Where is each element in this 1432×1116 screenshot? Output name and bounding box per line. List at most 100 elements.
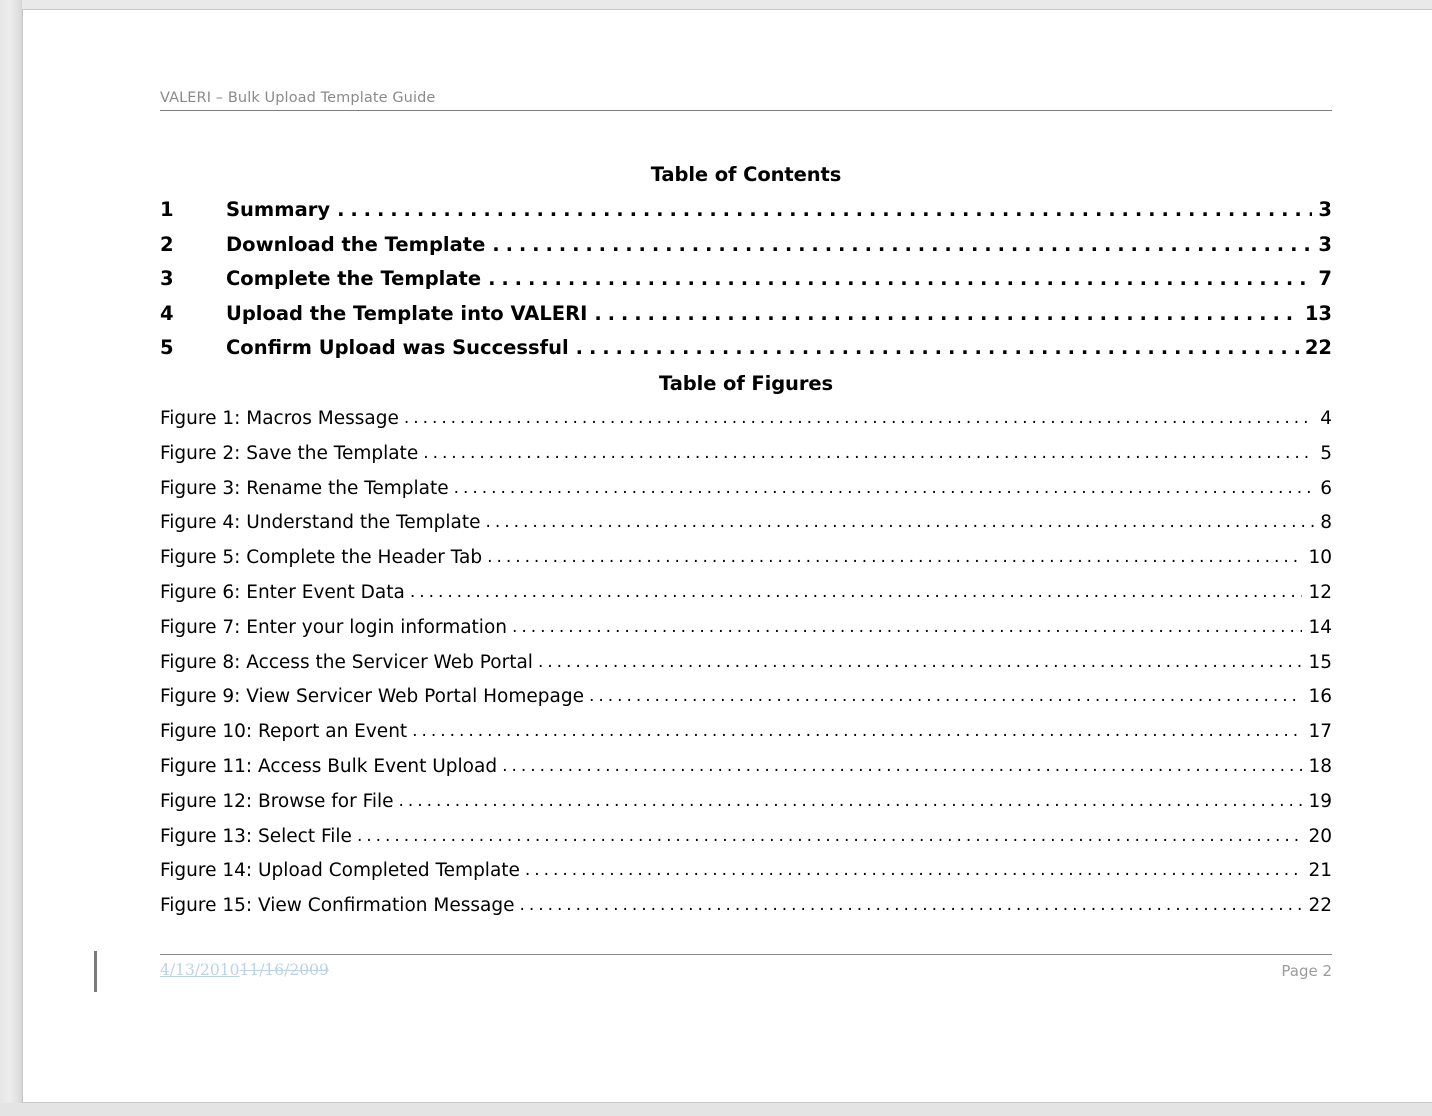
figure-entry[interactable]: Figure 4: Understand the Template 8 — [160, 512, 1332, 535]
figure-entry[interactable]: Figure 9: View Servicer Web Portal Homep… — [160, 686, 1332, 709]
table-of-contents-heading: Table of Contents — [650, 163, 842, 186]
figure-entry-page: 12 — [1308, 582, 1332, 603]
toc-entry-leader — [488, 267, 1312, 290]
figure-entry-page: 10 — [1308, 547, 1332, 569]
figure-entry-label: Figure 9: View Servicer Web Portal Homep… — [160, 686, 584, 708]
figure-entry-page: 17 — [1308, 721, 1332, 743]
figure-entry-page: 4 — [1320, 408, 1332, 429]
toc-entry[interactable]: 1 Summary 3 — [160, 198, 1332, 222]
figure-entry-label: Figure 11: Access Bulk Event Upload — [160, 756, 498, 777]
running-header: VALERI – Bulk Upload Template Guide — [160, 90, 1332, 111]
toc-entry-leader — [492, 233, 1312, 256]
figure-entry[interactable]: Figure 1: Macros Message 4 — [160, 408, 1332, 431]
figure-entry[interactable]: Figure 10: Report an Event 17 — [160, 721, 1332, 744]
toc-entry-leader — [576, 336, 1299, 359]
toc-entry-page: 7 — [1318, 267, 1332, 290]
figure-entry-label: Figure 3: Rename the Template — [160, 477, 449, 499]
figure-entry-page: 21 — [1308, 860, 1332, 882]
figure-entry-page: 20 — [1308, 825, 1332, 847]
figure-entry-page: 18 — [1308, 756, 1332, 777]
toc-entry[interactable]: 4 Upload the Template into VALERI 13 — [160, 302, 1332, 326]
figure-entry[interactable]: Figure 7: Enter your login information 14 — [160, 617, 1332, 640]
footer-date-inserted: 4/13/2010 — [160, 961, 240, 979]
tracked-change-bar — [94, 951, 97, 992]
figure-entry-label: Figure 10: Report an Event — [160, 721, 408, 743]
figure-entry-leader — [502, 757, 1302, 777]
footer-page-number: Page 2 — [1281, 962, 1332, 980]
figure-entry-label: Figure 4: Understand the Template — [160, 512, 481, 534]
figure-entry-page: 15 — [1308, 651, 1332, 673]
toc-entry-leader — [337, 198, 1312, 221]
figure-entry-page: 8 — [1320, 512, 1332, 534]
toc-entry[interactable]: 2 Download the Template 3 — [160, 233, 1332, 257]
toc-entry[interactable]: 3 Complete the Template 7 — [160, 267, 1332, 291]
figure-entry-label: Figure 15: View Confirmation Message — [160, 895, 515, 917]
toc-entry[interactable]: 5 Confirm Upload was Successful 22 — [160, 336, 1332, 360]
figure-entry[interactable]: Figure 2: Save the Template 5 — [160, 443, 1332, 466]
viewer-left-gutter — [0, 0, 22, 1116]
toc-entry-label: Summary — [226, 198, 331, 221]
figure-entry-leader — [485, 513, 1314, 533]
toc-entry-page: 3 — [1318, 198, 1332, 221]
figure-entry[interactable]: Figure 12: Browse for File 19 — [160, 791, 1332, 814]
toc-entry-number: 3 — [160, 267, 174, 290]
figure-entry-page: 14 — [1308, 616, 1332, 638]
figure-entry-label: Figure 6: Enter Event Data — [160, 582, 405, 603]
viewer-bottom-margin — [0, 1103, 1432, 1116]
figure-entry-page: 22 — [1308, 895, 1332, 917]
running-header-rule — [160, 110, 1332, 111]
figure-entry[interactable]: Figure 14: Upload Completed Template 21 — [160, 860, 1332, 883]
toc-entry-page: 22 — [1304, 336, 1332, 359]
figure-entry-leader — [538, 653, 1303, 673]
figure-entry-label: Figure 12: Browse for File — [160, 790, 394, 812]
figure-entry-page: 19 — [1308, 790, 1332, 812]
figure-entry[interactable]: Figure 3: Rename the Template 6 — [160, 478, 1332, 501]
running-footer-row: 4/13/201011/16/2009 Page 2 — [160, 955, 1332, 987]
figure-entry-label: Figure 7: Enter your login information — [160, 616, 507, 638]
figure-entry-leader — [589, 687, 1302, 707]
figure-entry-label: Figure 2: Save the Template — [160, 442, 419, 464]
viewer-top-margin — [0, 0, 1432, 9]
figure-entry-label: Figure 1: Macros Message — [160, 408, 399, 429]
toc-entry-label: Confirm Upload was Successful — [226, 336, 569, 359]
figure-entry-leader — [519, 896, 1302, 916]
figure-entry-leader — [404, 409, 1314, 429]
figure-entry-leader — [487, 548, 1302, 568]
figure-entry-leader — [423, 444, 1314, 464]
toc-entry-label: Download the Template — [226, 232, 486, 256]
document-viewer: VALERI – Bulk Upload Template Guide Tabl… — [0, 0, 1432, 1116]
toc-entry-number: 1 — [160, 198, 174, 221]
toc-entry-label: Complete the Template — [226, 267, 482, 290]
figure-entry[interactable]: Figure 5: Complete the Header Tab 10 — [160, 547, 1332, 570]
figure-entry[interactable]: Figure 13: Select File 20 — [160, 826, 1332, 849]
footer-date-deleted: 11/16/2009 — [239, 961, 329, 979]
figure-entry-leader — [454, 479, 1315, 499]
figure-entry-label: Figure 8: Access the Servicer Web Portal — [160, 651, 533, 673]
figure-entry-label: Figure 14: Upload Completed Template — [160, 860, 520, 882]
figure-entry-leader — [525, 861, 1303, 881]
figure-entry-leader — [412, 722, 1302, 742]
figure-entry-label: Figure 13: Select File — [160, 825, 352, 847]
figure-entry[interactable]: Figure 15: View Confirmation Message 22 — [160, 895, 1332, 918]
footer-revision-date: 4/13/201011/16/2009 — [160, 961, 329, 979]
figure-entry-page: 16 — [1308, 686, 1332, 708]
document-page: VALERI – Bulk Upload Template Guide Tabl… — [22, 9, 1432, 1103]
figure-entry-page: 6 — [1320, 477, 1332, 499]
running-footer: 4/13/201011/16/2009 Page 2 — [160, 954, 1332, 987]
figure-entry[interactable]: Figure 8: Access the Servicer Web Portal… — [160, 652, 1332, 675]
figure-entry-leader — [410, 583, 1303, 603]
figure-entry-leader — [399, 792, 1303, 812]
figure-entry[interactable]: Figure 11: Access Bulk Event Upload 18 — [160, 756, 1332, 779]
toc-entry-page: 3 — [1318, 232, 1332, 256]
toc-entry-page: 13 — [1304, 301, 1332, 325]
table-of-figures-heading: Table of Figures — [659, 372, 833, 395]
toc-entry-number: 4 — [160, 301, 174, 325]
toc-entry-leader — [594, 302, 1299, 325]
figure-entry-label: Figure 5: Complete the Header Tab — [160, 547, 483, 569]
figure-entry-page: 5 — [1320, 442, 1332, 464]
figure-entry[interactable]: Figure 6: Enter Event Data 12 — [160, 582, 1332, 605]
figure-entry-leader — [357, 827, 1303, 847]
toc-entry-label: Upload the Template into VALERI — [226, 301, 588, 325]
toc-entry-number: 2 — [160, 232, 174, 256]
toc-entry-number: 5 — [160, 336, 174, 359]
